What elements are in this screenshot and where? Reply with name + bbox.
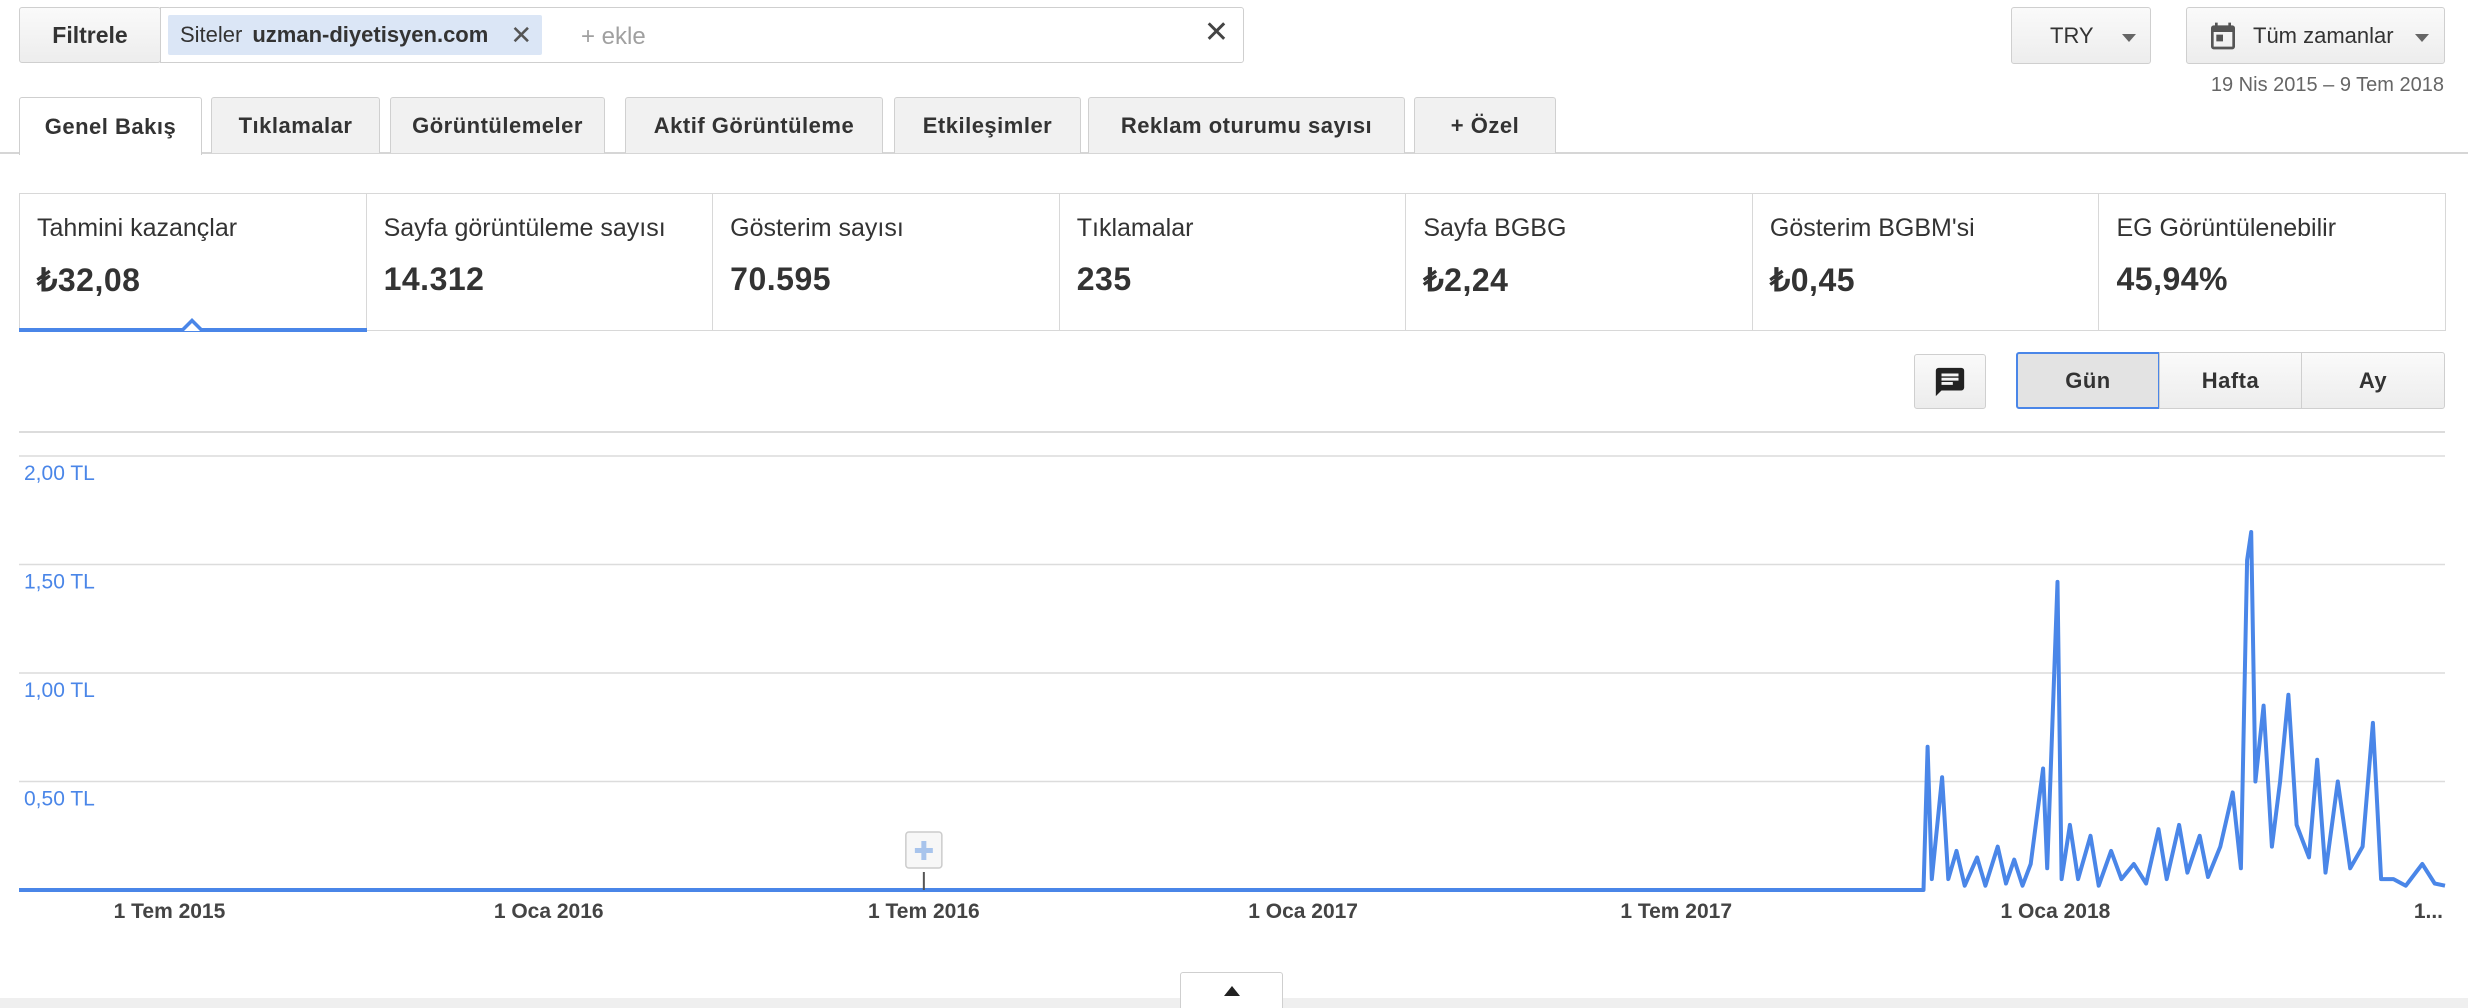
collapse-chart-button[interactable]	[1180, 972, 1283, 1008]
metric-value: 45,94%	[2116, 261, 2228, 297]
metric-value: ₺32,08	[37, 262, 141, 298]
metric-value: ₺2,24	[1423, 262, 1509, 298]
tab-overview[interactable]: Genel Bakış	[19, 97, 202, 155]
close-icon[interactable]: ✕	[510, 22, 532, 48]
y-tick-label: 2,00 TL	[24, 462, 95, 485]
metric-page-rpm[interactable]: Sayfa BGBG ₺2,24	[1406, 194, 1753, 330]
y-tick-label: 1,00 TL	[24, 679, 95, 702]
metric-label: Tahmini kazançlar	[37, 214, 238, 242]
tab-clicks[interactable]: Tıklamalar	[211, 97, 380, 153]
chip-value: uzman-diyetisyen.com	[252, 22, 489, 47]
metric-label: Gösterim BGBM'si	[1769, 214, 1975, 242]
y-tick-label: 1,50 TL	[24, 571, 95, 594]
comment-icon	[1935, 367, 1965, 396]
add-filter-input[interactable]	[579, 18, 1143, 56]
granularity-month-button[interactable]: Ay	[2301, 352, 2445, 409]
plus-icon	[921, 841, 927, 860]
x-tick-label: 1 Tem 2015	[114, 900, 226, 923]
annotation-button[interactable]	[1914, 354, 1986, 409]
metric-label: Gösterim sayısı	[730, 214, 904, 242]
time-range-label: Tüm zamanlar	[2253, 22, 2394, 48]
metric-impressions[interactable]: Gösterim sayısı 70.595	[713, 194, 1060, 330]
earnings-chart: 2,00 TL 1,50 TL 1,00 TL 0,50 TL 1 Tem 2015 1 …	[0, 420, 2468, 940]
metric-label: Tıklamalar	[1076, 214, 1194, 242]
metric-value: 70.595	[730, 261, 832, 297]
x-tick-label: 1 Oca 2018	[2001, 900, 2111, 923]
close-icon[interactable]: ✕	[1204, 18, 1229, 48]
date-range-text: 19 Nis 2015 – 9 Tem 2018	[2210, 74, 2444, 96]
filter-box[interactable]: Siteler uzman-diyetisyen.com ✕ ✕	[160, 7, 1244, 63]
series-line	[19, 530, 2446, 892]
x-tick-label: 1 Tem 2017	[1620, 900, 1732, 923]
metric-clicks[interactable]: Tıklamalar 235	[1060, 194, 1407, 330]
currency-label: TRY	[2050, 22, 2094, 48]
metric-label: EG Görüntülenebilir	[2116, 214, 2337, 242]
tab-interactions[interactable]: Etkileşimler	[894, 97, 1081, 153]
granularity-day-button[interactable]: Gün	[2016, 352, 2160, 409]
currency-dropdown[interactable]: TRY	[2011, 7, 2151, 64]
earnings-chart-svg: 2,00 TL 1,50 TL 1,00 TL 0,50 TL 1 Tem 2015 1 …	[19, 431, 2446, 923]
x-tick-label: 1 Oca 2016	[494, 900, 604, 923]
granularity-week-button[interactable]: Hafta	[2159, 352, 2302, 409]
chevron-up-icon	[1223, 985, 1240, 996]
metric-estimated-earnings[interactable]: Tahmini kazançlar ₺32,08	[19, 194, 367, 332]
selected-metric-pointer-inner	[184, 323, 200, 331]
x-tick-label: 1 Tem 2016	[868, 900, 980, 923]
x-tick-label: 1 Oca 2017	[1248, 900, 1358, 923]
metric-value: 235	[1076, 261, 1132, 297]
metric-value: ₺0,45	[1769, 262, 1856, 298]
tab-active-view[interactable]: Aktif Görüntüleme	[625, 97, 883, 153]
calendar-icon	[2211, 22, 2235, 49]
chip-prefix: Siteler	[180, 22, 243, 47]
metric-page-views[interactable]: Sayfa görüntüleme sayısı 14.312	[367, 194, 714, 330]
tab-custom[interactable]: + Özel	[1414, 97, 1556, 153]
metric-value: 14.312	[383, 261, 485, 297]
metric-label: Sayfa görüntüleme sayısı	[383, 214, 666, 242]
metric-active-view-viewable[interactable]: EG Görüntülenebilir 45,94%	[2099, 194, 2445, 330]
tab-views[interactable]: Görüntülemeler	[390, 97, 605, 153]
metric-label: Sayfa BGBG	[1423, 214, 1567, 242]
filter-chip: Siteler uzman-diyetisyen.com ✕	[168, 15, 543, 55]
time-range-dropdown[interactable]: Tüm zamanlar	[2186, 7, 2445, 64]
chevron-down-icon	[2415, 34, 2429, 42]
tab-ad-sessions[interactable]: Reklam oturumu sayısı	[1088, 97, 1405, 153]
metric-impression-rpm[interactable]: Gösterim BGBM'si ₺0,45	[1753, 194, 2100, 330]
x-tick-label: 1...	[2414, 900, 2443, 923]
metrics-bar: Tahmini kazançlar ₺32,08 Sayfa görüntüle…	[19, 193, 2446, 332]
chevron-down-icon	[2122, 34, 2136, 42]
filter-button[interactable]: Filtrele	[19, 7, 161, 63]
y-tick-label: 0,50 TL	[24, 788, 95, 811]
